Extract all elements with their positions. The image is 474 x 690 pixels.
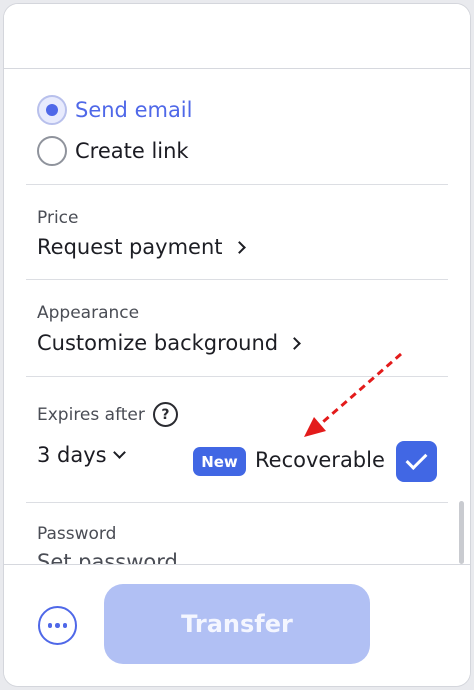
create-link-label: Create link <box>75 139 189 163</box>
recoverable-label: Recoverable <box>255 448 385 472</box>
request-payment-link[interactable]: Request payment <box>37 235 246 259</box>
expires-duration-value: 3 days <box>37 443 107 467</box>
chevron-right-icon <box>232 241 246 254</box>
set-password-placeholder: Set password <box>37 550 178 564</box>
expires-after-label: Expires after <box>37 404 145 425</box>
scrollbar-thumb[interactable] <box>459 501 464 564</box>
divider <box>26 502 448 503</box>
price-label: Price <box>37 208 79 228</box>
header-area <box>4 4 470 69</box>
customize-background-link[interactable]: Customize background <box>37 331 301 355</box>
expires-after-heading: Expires after ? <box>37 402 178 427</box>
password-label: Password <box>37 524 117 544</box>
checkmark-icon <box>405 448 428 470</box>
transfer-options-card: Send email Create link Price Request pay… <box>4 4 470 686</box>
scrollable-settings-panel[interactable]: Send email Create link Price Request pay… <box>4 69 470 564</box>
radio-selected-dot <box>46 104 58 116</box>
create-link-option[interactable]: Create link <box>37 136 189 166</box>
more-dot <box>55 623 60 628</box>
divider <box>26 279 448 280</box>
appearance-label: Appearance <box>37 303 140 323</box>
expires-duration-dropdown[interactable]: 3 days <box>37 443 126 467</box>
chevron-down-icon <box>112 446 126 459</box>
more-options-button[interactable] <box>38 606 77 645</box>
divider <box>26 376 448 377</box>
more-dot <box>47 623 53 628</box>
customize-background-label: Customize background <box>37 331 279 355</box>
set-password-field[interactable]: Set password <box>37 550 178 564</box>
recoverable-checkbox[interactable] <box>396 441 437 482</box>
footer-actions: Transfer <box>4 564 470 686</box>
new-badge: New <box>193 447 246 476</box>
send-email-option[interactable]: Send email <box>37 95 192 125</box>
request-payment-label: Request payment <box>37 235 223 259</box>
chevron-right-icon <box>288 337 301 350</box>
question-circle-icon[interactable]: ? <box>152 402 178 427</box>
more-dot <box>62 623 68 628</box>
divider <box>26 184 448 185</box>
send-email-radio[interactable] <box>37 95 67 125</box>
create-link-radio[interactable] <box>37 136 67 166</box>
send-email-label: Send email <box>75 98 193 122</box>
transfer-button[interactable]: Transfer <box>104 584 370 664</box>
